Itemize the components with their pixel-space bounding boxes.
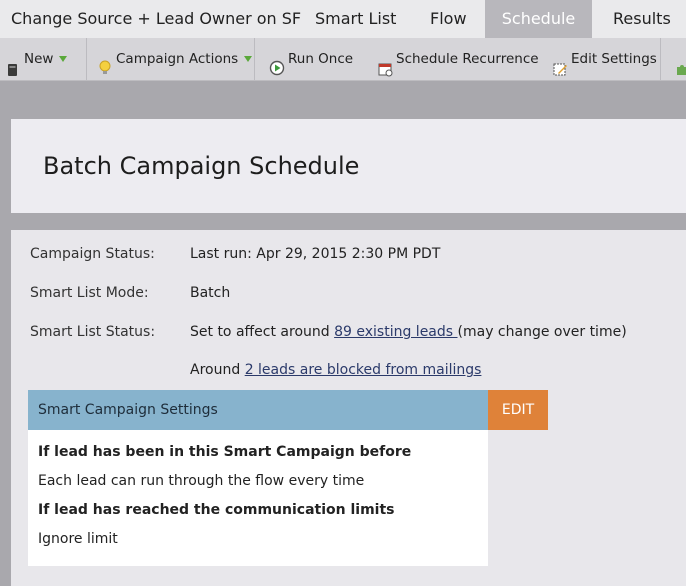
campaign-actions-button[interactable]: Campaign Actions [98,38,253,80]
toolbar: New Campaign Actions Run Once Schedule R… [0,38,686,81]
calendar-icon [378,52,393,76]
campaign-actions-label: Campaign Actions [116,51,239,67]
toolbar-divider [660,38,661,80]
tab-bar: Change Source + Lead Owner on SF Smart L… [0,0,686,38]
smart-campaign-settings-header: Smart Campaign Settings [28,390,488,430]
chevron-down-icon [59,56,68,62]
edit-button[interactable]: EDIT [488,390,548,430]
smart-list-status-label: Smart List Status: [30,324,156,340]
new-label: New [24,51,54,67]
run-once-button[interactable]: Run Once [269,38,353,80]
settings-header-title: Smart Campaign Settings [38,402,218,418]
tab-smart-list[interactable]: Smart List [315,0,396,38]
edit-settings-label: Edit Settings [571,51,657,67]
smart-list-mode-value: Batch [190,285,231,301]
tab-campaign-name[interactable]: Change Source + Lead Owner on SF [11,0,301,38]
new-icon [7,52,18,76]
new-menu-button[interactable]: New [7,38,68,80]
tab-flow[interactable]: Flow [430,0,467,38]
toolbar-divider [254,38,255,80]
edit-settings-button[interactable]: Edit Settings [553,38,657,80]
smart-list-status-prefix: Set to affect around [190,324,335,340]
campaign-status-label: Campaign Status: [30,246,155,262]
tab-results[interactable]: Results [613,0,671,38]
setting-qualification-answer: Each lead can run through the flow every… [38,473,365,489]
edit-settings-icon [553,52,568,75]
setting-qualification-question: If lead has been in this Smart Campaign … [38,444,412,460]
setting-communication-answer: Ignore limit [38,531,118,547]
campaign-status-value: Last run: Apr 29, 2015 2:30 PM PDT [190,246,441,262]
tab-schedule[interactable]: Schedule [485,0,592,38]
smart-list-mode-label: Smart List Mode: [30,285,149,301]
schedule-recurrence-label: Schedule Recurrence [396,51,539,67]
run-once-icon [269,51,285,76]
page-title: Batch Campaign Schedule [43,152,360,180]
puzzle-icon [675,52,686,75]
blocked-leads-line: Around 2 leads are blocked from mailings [190,362,481,378]
more-actions-button[interactable] [675,38,686,80]
run-once-label: Run Once [288,51,354,67]
toolbar-divider [86,38,87,80]
setting-communication-question: If lead has reached the communication li… [38,502,395,518]
lightbulb-icon [98,51,112,74]
blocked-leads-prefix: Around [190,362,245,378]
schedule-recurrence-button[interactable]: Schedule Recurrence [378,38,539,80]
blocked-leads-link[interactable]: 2 leads are blocked from mailings [245,362,482,378]
chevron-down-icon [244,56,253,62]
page-header: Batch Campaign Schedule [11,119,686,213]
smart-list-status-suffix: (may change over time) [457,324,627,340]
smart-list-status-value: Set to affect around 89 existing leads (… [190,324,627,340]
smart-campaign-settings-body: If lead has been in this Smart Campaign … [28,430,488,566]
existing-leads-link[interactable]: 89 existing leads [334,324,457,340]
